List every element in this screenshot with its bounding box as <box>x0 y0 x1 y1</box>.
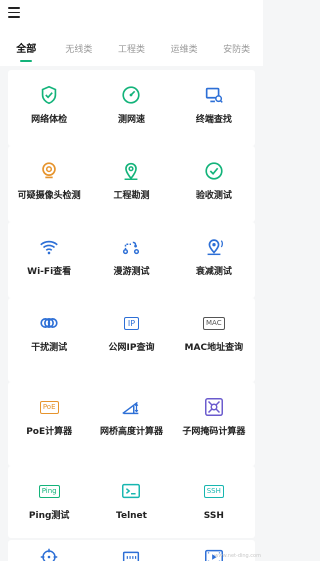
tool-label: 可疑摄像头检测 <box>17 191 81 201</box>
wifi-icon <box>38 236 60 258</box>
tool-label: MAC地址查询 <box>184 343 244 353</box>
tool-card: Wi-Fi查看 漫游测试 衰减测试 <box>8 222 255 298</box>
tool-card: 网络体检 测网速 终端查找 <box>8 70 255 146</box>
tool-interference[interactable]: 干扰测试 <box>8 298 90 382</box>
tool-bridge-height[interactable]: 网桥高度计算器 <box>90 382 172 466</box>
attenuation-icon <box>203 236 225 258</box>
tool-label: 子网掩码计算器 <box>182 427 246 437</box>
subnet-icon <box>203 396 225 418</box>
tool-ssh[interactable]: SSH SSH <box>173 466 255 538</box>
tool-label: Telnet <box>116 511 147 521</box>
tool-mac-lookup[interactable]: MAC MAC地址查询 <box>173 298 255 382</box>
tool-label: 衰减测试 <box>195 267 232 277</box>
tool-label: 公网IP查询 <box>108 343 155 353</box>
tool-roaming[interactable]: 漫游测试 <box>90 222 172 298</box>
tool-wifi-view[interactable]: Wi-Fi查看 <box>8 222 90 298</box>
tool-label: 网桥高度计算器 <box>99 427 163 437</box>
tool-terminal-find[interactable]: 终端查找 <box>173 70 255 146</box>
tab-security[interactable]: 安防类 <box>210 42 263 66</box>
tool-port[interactable] <box>90 540 172 561</box>
tool-label: SSH <box>203 511 224 521</box>
tool-label: 验收测试 <box>195 191 232 201</box>
tool-card: 可疑摄像头检测 工程勘测 验收测试 <box>8 146 255 222</box>
tool-label: 网络体检 <box>31 115 68 125</box>
check-circle-icon <box>203 160 225 182</box>
tool-grid: 网络体检 测网速 终端查找 可疑摄像头检测 工程勘测 验收测试 Wi-Fi查看 … <box>0 66 263 561</box>
port-icon <box>120 546 142 561</box>
terminal-find-icon <box>203 84 225 106</box>
tool-speed-test[interactable]: 测网速 <box>90 70 172 146</box>
speedometer-icon <box>120 84 142 106</box>
roaming-icon <box>120 236 142 258</box>
tool-card: 干扰测试 IP 公网IP查询 MAC MAC地址查询 <box>8 298 255 382</box>
tool-crosshair[interactable] <box>8 540 90 561</box>
tool-poe-calc[interactable]: PoE PoE计算器 <box>8 382 90 466</box>
tool-ping[interactable]: Ping Ping测试 <box>8 466 90 538</box>
tool-subnet-calc[interactable]: 子网掩码计算器 <box>173 382 255 466</box>
tab-wireless[interactable]: 无线类 <box>53 42 106 66</box>
tool-label: 漫游测试 <box>113 267 150 277</box>
bridge-height-icon <box>120 396 142 418</box>
watermark: www.net-ding.com <box>214 553 261 559</box>
poe-icon: PoE <box>38 396 60 418</box>
tool-acceptance[interactable]: 验收测试 <box>173 146 255 222</box>
ssh-icon: SSH <box>203 480 225 502</box>
tool-network-check[interactable]: 网络体检 <box>8 70 90 146</box>
tab-engineering[interactable]: 工程类 <box>105 42 158 66</box>
telnet-icon <box>120 480 142 502</box>
crosshair-icon <box>38 546 60 561</box>
tool-camera-detect[interactable]: 可疑摄像头检测 <box>8 146 90 222</box>
tool-card: Ping Ping测试 Telnet SSH SSH <box>8 466 255 538</box>
tool-label: Ping测试 <box>28 511 70 521</box>
tool-label: 干扰测试 <box>31 343 68 353</box>
tool-card: PoE PoE计算器 网桥高度计算器 子网掩码计算器 <box>8 382 255 466</box>
top-bar <box>0 0 263 30</box>
shield-check-icon <box>38 84 60 106</box>
tab-all[interactable]: 全部 <box>0 32 53 68</box>
ip-icon: IP <box>120 312 142 334</box>
tool-attenuation[interactable]: 衰减测试 <box>173 222 255 298</box>
mac-icon: MAC <box>203 312 225 334</box>
interference-icon <box>38 312 60 334</box>
tool-label: 终端查找 <box>195 115 232 125</box>
menu-icon[interactable] <box>8 7 20 18</box>
tool-label: Wi-Fi查看 <box>27 267 72 277</box>
tool-label: 测网速 <box>117 115 145 125</box>
tool-telnet[interactable]: Telnet <box>90 466 172 538</box>
tool-survey[interactable]: 工程勘测 <box>90 146 172 222</box>
camera-icon <box>38 160 60 182</box>
tab-maintenance[interactable]: 运维类 <box>158 42 211 66</box>
tool-label: PoE计算器 <box>26 427 73 437</box>
tool-label: 工程勘测 <box>113 191 150 201</box>
map-pin-icon <box>120 160 142 182</box>
category-tabs: 全部 无线类 工程类 运维类 安防类 <box>0 30 263 68</box>
ping-icon: Ping <box>38 480 60 502</box>
tool-public-ip[interactable]: IP 公网IP查询 <box>90 298 172 382</box>
